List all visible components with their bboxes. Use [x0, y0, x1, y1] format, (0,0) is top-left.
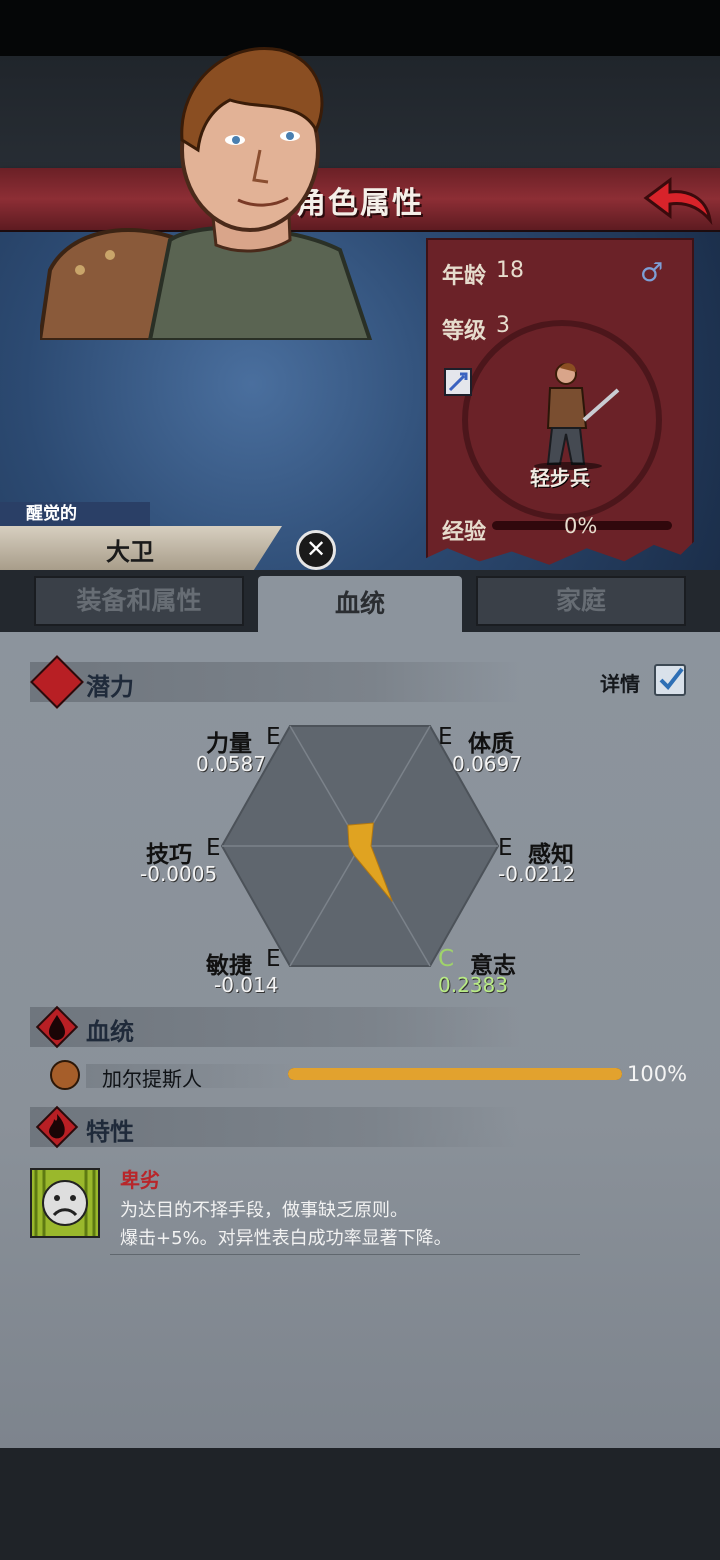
potential-title: 潜力	[86, 673, 134, 701]
bloodline-percent: 100%	[627, 1062, 688, 1086]
stat-grade-skill: E	[206, 835, 221, 861]
trait-name: 卑劣	[120, 1168, 160, 1192]
level-value: 3	[496, 313, 510, 338]
exp-percent: 0%	[564, 514, 598, 538]
tab-bloodline[interactable]: 血统	[258, 576, 462, 634]
stat-grade-constitution: E	[438, 724, 453, 750]
exp-label: 经验	[442, 520, 487, 545]
sad-face-icon	[34, 1170, 96, 1236]
class-sword-icon[interactable]	[444, 368, 472, 396]
trait-description: 为达目的不择手段，做事缺乏原则。	[120, 1200, 408, 1221]
detail-checkbox[interactable]	[654, 664, 686, 696]
stat-value-constitution: 0.0697	[452, 752, 522, 776]
trait-effect: 爆击+5%。对异性表白成功率显著下降。	[120, 1228, 452, 1249]
traits-title: 特性	[86, 1118, 134, 1146]
stat-grade-perception: E	[498, 835, 513, 861]
bloodline-name: 加尔提斯人	[102, 1067, 202, 1091]
stat-value-agility: -0.014	[214, 973, 279, 997]
class-figure	[534, 363, 620, 470]
male-icon: ♂	[640, 258, 664, 288]
tab-equipment[interactable]: 装备和属性	[34, 576, 244, 626]
stat-grade-agility: E	[266, 946, 281, 972]
traits-flame-icon	[35, 1105, 79, 1149]
tab-family[interactable]: 家庭	[476, 576, 686, 626]
hero-name[interactable]: 大卫	[0, 532, 260, 567]
back-button[interactable]	[640, 172, 716, 226]
close-icon: ✕	[305, 535, 327, 563]
age-value: 18	[496, 258, 524, 283]
detail-label: 详情	[600, 672, 640, 696]
bloodline-drop-icon	[35, 1005, 79, 1049]
hero-adjective: 醒觉的	[0, 502, 150, 526]
age-label: 年龄	[442, 264, 487, 289]
class-name: 轻步兵	[530, 466, 590, 490]
bloodline-race-icon	[50, 1060, 80, 1090]
stat-value-strength: 0.0587	[196, 752, 266, 776]
back-arrow-icon	[643, 177, 713, 226]
stat-grade-will: C	[438, 946, 455, 972]
dismiss-button[interactable]: ✕	[296, 530, 336, 570]
level-label: 等级	[442, 319, 487, 344]
stat-value-skill: -0.0005	[140, 862, 218, 886]
checkbox-check-icon	[659, 667, 684, 691]
stat-value-will: 0.2383	[438, 973, 508, 997]
hero-portrait	[40, 47, 373, 340]
trait-divider	[110, 1254, 580, 1255]
bottom-bar	[0, 1448, 720, 1560]
stat-value-perception: -0.0212	[498, 862, 576, 886]
bloodline-bar-fill	[288, 1068, 622, 1080]
trait-icon[interactable]	[30, 1168, 100, 1238]
stat-grade-strength: E	[266, 724, 281, 750]
bloodline-title: 血统	[86, 1018, 134, 1046]
